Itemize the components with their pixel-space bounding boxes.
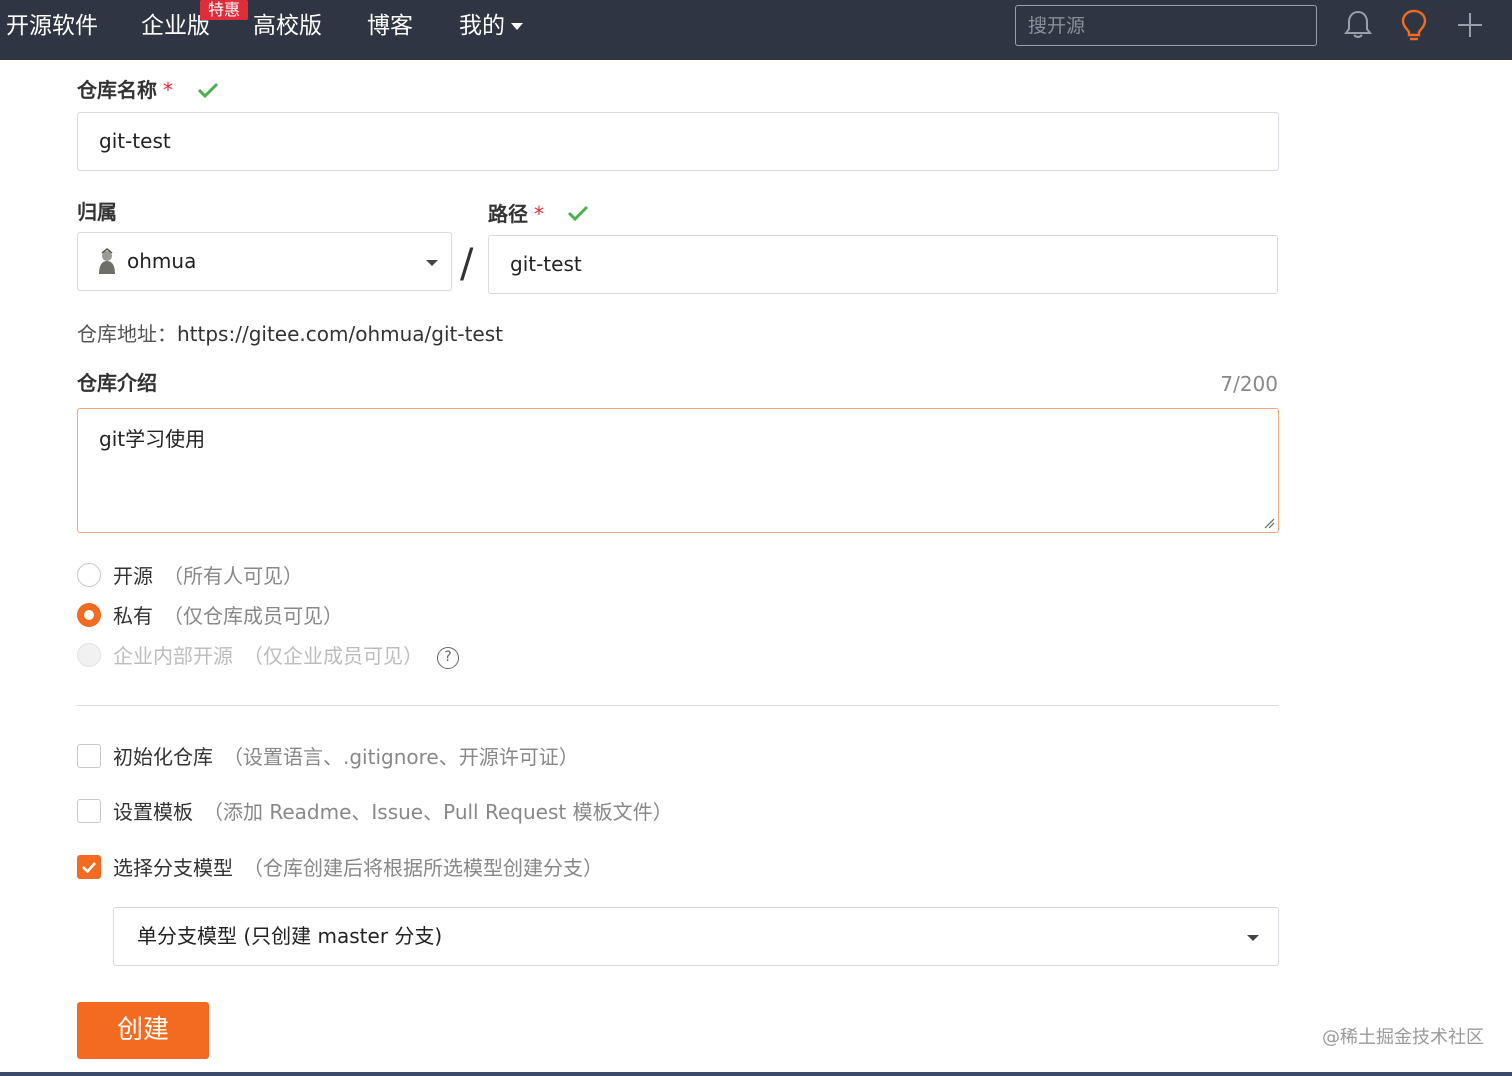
chevron-down-icon [1247,935,1259,941]
visibility-enterprise-text: 企业内部开源 （仅企业成员可见）? [113,642,459,670]
nav-blog[interactable]: 博客 [367,10,413,42]
template-hint: （添加 Readme、Issue、Pull Request 模板文件） [203,800,673,824]
init-repo-hint: （设置语言、.gitignore、开源许可证） [223,745,579,769]
repo-name-label-text: 仓库名称 [77,78,157,102]
lightbulb-icon[interactable] [1397,8,1431,42]
branch-model-checkbox[interactable] [77,855,101,879]
create-button[interactable]: 创建 [77,1002,209,1059]
avatar [99,248,115,274]
nav-open-source[interactable]: 开源软件 [6,10,98,42]
owner-label: 归属 [77,200,117,224]
template-checkbox[interactable] [77,799,101,823]
repo-name-input[interactable]: git-test [77,112,1279,171]
branch-model-value: 单分支模型 (只创建 master 分支) [137,924,443,948]
required-mark: * [534,202,544,226]
visibility-private-text: 私有 （仅仓库成员可见） [113,602,343,630]
resize-handle-icon[interactable] [1263,517,1275,529]
path-label-text: 路径 [488,202,528,226]
chevron-down-icon [426,260,438,266]
repo-url-label: 仓库地址： [77,322,177,346]
init-repo-checkbox[interactable] [77,744,101,768]
branch-model-select[interactable]: 单分支模型 (只创建 master 分支) [113,907,1279,966]
help-icon[interactable]: ? [437,647,459,669]
description-counter: 7/200 [1220,372,1278,396]
nav-mine-dropdown[interactable]: 我的 [459,10,523,42]
branch-model-label: 选择分支模型 [113,856,233,880]
radio-public[interactable] [77,563,101,587]
description-value: git学习使用 [99,427,206,451]
divider [77,705,1279,706]
branch-model-text: 选择分支模型 （仓库创建后将根据所选模型创建分支） [113,854,603,882]
template-text: 设置模板 （添加 Readme、Issue、Pull Request 模板文件） [113,798,673,826]
visibility-private-hint: （仅仓库成员可见） [163,604,343,628]
bell-icon[interactable] [1341,8,1375,42]
init-repo-label: 初始化仓库 [113,745,213,769]
radio-private[interactable] [77,603,101,627]
check-icon [567,205,589,222]
init-repo-text: 初始化仓库 （设置语言、.gitignore、开源许可证） [113,743,579,771]
check-icon [197,82,219,99]
visibility-private-label: 私有 [113,604,153,628]
visibility-public-hint: （所有人可见） [163,564,303,588]
repo-url: 仓库地址：https://gitee.com/ohmua/git-test [77,320,503,348]
repo-url-value: https://gitee.com/ohmua/git-test [177,322,503,346]
search-input[interactable] [1015,5,1317,46]
bottom-edge [0,1072,1512,1076]
nav-education[interactable]: 高校版 [253,10,322,42]
nav-mine-label: 我的 [459,13,505,39]
top-navigation-bar: 开源软件 企业版 特惠 高校版 博客 我的 [0,0,1512,60]
checkmark-icon [82,862,96,874]
owner-select[interactable]: ohmua [77,232,452,291]
template-label: 设置模板 [113,800,193,824]
repo-name-label: 仓库名称 * [77,76,173,104]
watermark: @稀土掘金技术社区 [1322,1027,1484,1048]
owner-value: ohmua [127,249,197,273]
visibility-public-label: 开源 [113,564,153,588]
path-label: 路径 * [488,200,544,228]
radio-enterprise [77,643,101,667]
discount-badge: 特惠 [200,0,248,20]
plus-icon[interactable] [1453,8,1487,42]
description-label: 仓库介绍 [77,371,157,395]
chevron-down-icon [511,23,523,30]
path-input[interactable]: git-test [488,235,1278,294]
visibility-enterprise-label: 企业内部开源 [113,644,233,668]
required-mark: * [163,78,173,102]
branch-model-hint: （仓库创建后将根据所选模型创建分支） [243,856,603,880]
path-separator: / [460,241,474,287]
description-textarea[interactable]: git学习使用 [77,408,1279,533]
visibility-enterprise-hint: （仅企业成员可见） [243,644,423,668]
visibility-public-text: 开源 （所有人可见） [113,562,303,590]
